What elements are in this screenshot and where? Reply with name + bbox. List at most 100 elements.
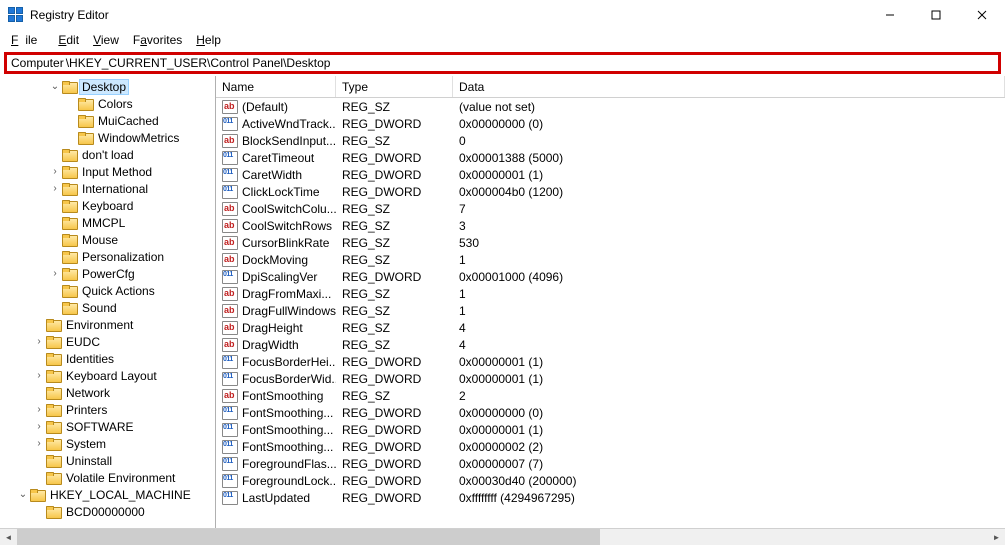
value-row[interactable]: DockMovingREG_SZ1 [216,251,1005,268]
value-row[interactable]: ClickLockTimeREG_DWORD0x000004b0 (1200) [216,183,1005,200]
value-row[interactable]: FontSmoothing...REG_DWORD0x00000001 (1) [216,421,1005,438]
titlebar[interactable]: Registry Editor [0,0,1005,30]
col-type[interactable]: Type [336,76,453,97]
tree-item[interactable]: ·Colors [0,95,215,112]
chevron-right-icon[interactable]: › [32,370,46,381]
tree-item[interactable]: ›SOFTWARE [0,418,215,435]
menu-edit[interactable]: Edit [51,31,86,49]
value-name: CursorBlinkRate [242,236,329,250]
tree-item[interactable]: ·Environment [0,316,215,333]
tree-item-label: International [80,182,150,196]
folder-icon [46,370,60,382]
col-data[interactable]: Data [453,76,1005,97]
value-row[interactable]: DragWidthREG_SZ4 [216,336,1005,353]
close-button[interactable] [959,0,1005,30]
value-name: BlockSendInput... [242,134,336,148]
chevron-down-icon[interactable]: ⌄ [16,489,30,500]
tree-item[interactable]: ·Keyboard [0,197,215,214]
maximize-button[interactable] [913,0,959,30]
value-row[interactable]: BlockSendInput...REG_SZ0 [216,132,1005,149]
value-type: REG_DWORD [336,440,453,454]
string-value-icon [222,134,238,148]
value-row[interactable]: DragFromMaxi...REG_SZ1 [216,285,1005,302]
value-row[interactable]: CoolSwitchRowsREG_SZ3 [216,217,1005,234]
tree-item[interactable]: ›EUDC [0,333,215,350]
menu-view[interactable]: View [86,31,126,49]
value-name: FontSmoothing... [242,440,333,454]
chevron-right-icon[interactable]: › [48,166,62,177]
tree-item[interactable]: ›Input Method [0,163,215,180]
value-row[interactable]: LastUpdatedREG_DWORD0xffffffff (42949672… [216,489,1005,506]
tree-item[interactable]: ·Sound [0,299,215,316]
tree-item[interactable]: ·Network [0,384,215,401]
tree-item-label: Keyboard [80,199,135,213]
tree-item[interactable]: ·Personalization [0,248,215,265]
tree-item[interactable]: ·Quick Actions [0,282,215,299]
tree-item-label: Desktop [80,80,128,94]
scroll-left-button[interactable]: ◄ [0,529,17,545]
chevron-right-icon[interactable]: › [48,183,62,194]
horizontal-scrollbar[interactable]: ◄ ► [0,528,1005,545]
value-row[interactable]: DragFullWindowsREG_SZ1 [216,302,1005,319]
value-row[interactable]: ForegroundLock...REG_DWORD0x00030d40 (20… [216,472,1005,489]
tree-pane[interactable]: ⌄Desktop·Colors·MuiCached·WindowMetrics·… [0,76,216,528]
folder-icon [46,336,60,348]
value-row[interactable]: FontSmoothing...REG_DWORD0x00000002 (2) [216,438,1005,455]
scroll-thumb[interactable] [17,529,600,545]
value-row[interactable]: FontSmoothing...REG_DWORD0x00000000 (0) [216,404,1005,421]
value-data: 0x00030d40 (200000) [453,474,1005,488]
tree-item[interactable]: ·MMCPL [0,214,215,231]
value-row[interactable]: (Default)REG_SZ(value not set) [216,98,1005,115]
tree-item[interactable]: ›System [0,435,215,452]
value-data: 7 [453,202,1005,216]
tree-item[interactable]: ⌄ Desktop [0,78,215,95]
scroll-track[interactable] [17,529,988,545]
tree-item[interactable]: ·BCD00000000 [0,503,215,520]
tree-item[interactable]: › International [0,180,215,197]
tree-item-label: Identities [64,352,116,366]
value-row[interactable]: ActiveWndTrack...REG_DWORD0x00000000 (0) [216,115,1005,132]
value-row[interactable]: CaretTimeoutREG_DWORD0x00001388 (5000) [216,149,1005,166]
tree-item[interactable]: ·Uninstall [0,452,215,469]
minimize-button[interactable] [867,0,913,30]
tree-item[interactable]: ·Volatile Environment [0,469,215,486]
value-row[interactable]: CoolSwitchColu...REG_SZ7 [216,200,1005,217]
menu-help[interactable]: Help [189,31,228,49]
chevron-right-icon[interactable]: › [32,404,46,415]
folder-icon [30,489,44,501]
value-row[interactable]: ForegroundFlas...REG_DWORD0x00000007 (7) [216,455,1005,472]
tree-item[interactable]: ·don't load [0,146,215,163]
scroll-right-button[interactable]: ► [988,529,1005,545]
string-value-icon [222,338,238,352]
col-name[interactable]: Name [216,76,336,97]
tree-item[interactable]: ⌄HKEY_LOCAL_MACHINE [0,486,215,503]
chevron-right-icon[interactable]: › [32,438,46,449]
tree-item[interactable]: ·MuiCached [0,112,215,129]
value-row[interactable]: CaretWidthREG_DWORD0x00000001 (1) [216,166,1005,183]
menu-favorites[interactable]: Favorites [126,31,189,49]
tree-item[interactable]: ›Keyboard Layout [0,367,215,384]
chevron-right-icon[interactable]: › [32,336,46,347]
chevron-down-icon[interactable]: ⌄ [48,81,62,92]
tree-item[interactable]: ›PowerCfg [0,265,215,282]
value-row[interactable]: FocusBorderHei...REG_DWORD0x00000001 (1) [216,353,1005,370]
value-name: ForegroundLock... [242,474,336,488]
value-row[interactable]: FocusBorderWid...REG_DWORD0x00000001 (1) [216,370,1005,387]
menu-file[interactable]: File [4,31,51,49]
list-body[interactable]: (Default)REG_SZ(value not set)ActiveWndT… [216,98,1005,528]
tree-item[interactable]: ·WindowMetrics [0,129,215,146]
value-row[interactable]: FontSmoothingREG_SZ2 [216,387,1005,404]
string-value-icon [222,219,238,233]
address-bar[interactable]: Computer\HKEY_CURRENT_USER\Control Panel… [4,52,1001,74]
tree-item-label: WindowMetrics [96,131,181,145]
value-row[interactable]: CursorBlinkRateREG_SZ530 [216,234,1005,251]
chevron-right-icon[interactable]: › [32,421,46,432]
list-header: Name Type Data [216,76,1005,98]
chevron-right-icon[interactable]: › [48,268,62,279]
value-row[interactable]: DragHeightREG_SZ4 [216,319,1005,336]
tree-item[interactable]: ·Identities [0,350,215,367]
value-row[interactable]: DpiScalingVerREG_DWORD0x00001000 (4096) [216,268,1005,285]
tree-item[interactable]: ·Mouse [0,231,215,248]
tree-item[interactable]: ›Printers [0,401,215,418]
value-type: REG_DWORD [336,372,453,386]
